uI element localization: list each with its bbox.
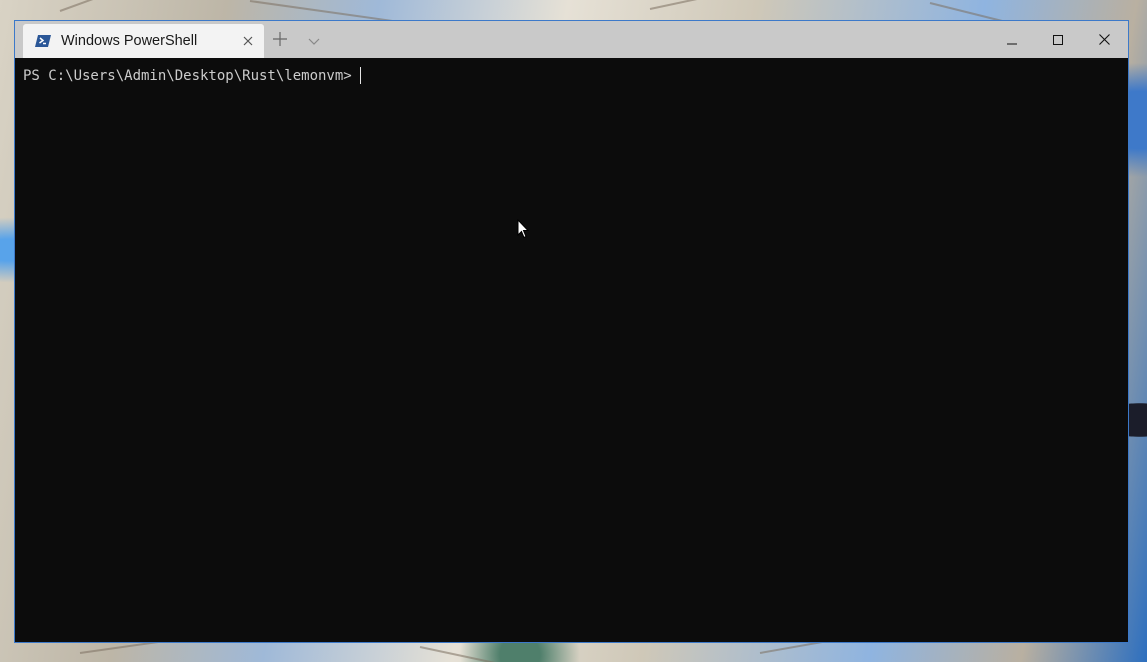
text-caret	[359, 67, 362, 84]
tab-title: Windows PowerShell	[61, 33, 198, 49]
new-tab-button[interactable]	[265, 27, 295, 53]
terminal-area[interactable]: PS C:\Users\Admin\Desktop\Rust\lemonvm>	[15, 58, 1128, 642]
dropdown-button[interactable]	[299, 27, 329, 53]
powershell-icon	[35, 33, 51, 49]
close-icon	[1098, 30, 1110, 49]
close-button[interactable]	[1081, 21, 1127, 58]
prompt-text: PS C:\Users\Admin\Desktop\Rust\lemonvm>	[23, 67, 352, 84]
minimize-icon	[1007, 30, 1017, 49]
maximize-icon	[1053, 30, 1063, 49]
chevron-down-icon	[308, 31, 320, 50]
minimize-button[interactable]	[989, 21, 1035, 58]
mouse-pointer-icon	[517, 218, 530, 239]
plus-icon	[273, 31, 287, 50]
title-bar[interactable]: Windows PowerShell	[15, 21, 1128, 58]
tab-powershell[interactable]: Windows PowerShell	[23, 24, 264, 58]
powershell-window[interactable]: Windows PowerShell PS C:\Users\Admin\Des…	[14, 20, 1129, 643]
tab-close-icon[interactable]	[238, 31, 258, 51]
maximize-button[interactable]	[1035, 21, 1081, 58]
prompt-line: PS C:\Users\Admin\Desktop\Rust\lemonvm>	[23, 67, 362, 84]
